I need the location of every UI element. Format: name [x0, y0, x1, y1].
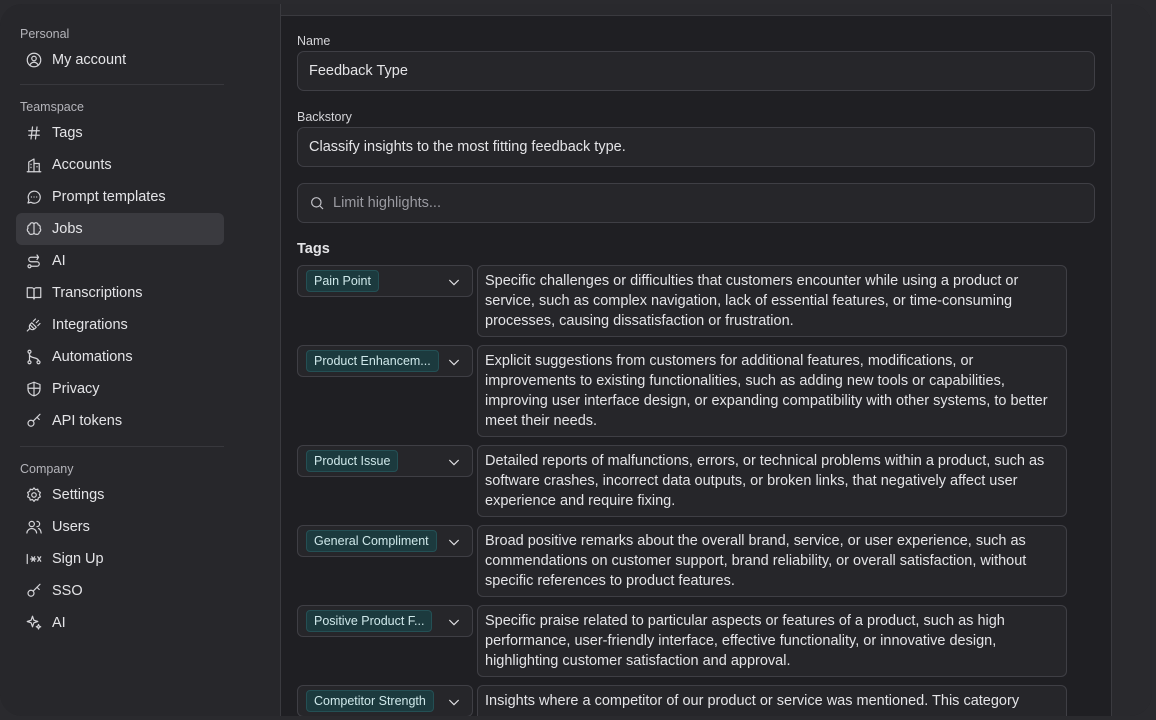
sidebar-item-sso[interactable]: SSO — [16, 575, 224, 607]
sidebar-item-label: Transcriptions — [52, 285, 143, 301]
sidebar-item-label: Integrations — [52, 317, 128, 333]
tag-description-input[interactable]: Broad positive remarks about the overall… — [477, 525, 1067, 597]
sidebar-item-prompt-templates[interactable]: Prompt templates — [16, 181, 224, 213]
sidebar-item-privacy[interactable]: Privacy — [16, 373, 224, 405]
sidebar-item-accounts[interactable]: Accounts — [16, 149, 224, 181]
sidebar-item-label: Prompt templates — [52, 189, 166, 205]
brain-icon — [24, 219, 44, 239]
route-icon — [24, 251, 44, 271]
job-editor-panel: Name Feedback Type Backstory Classify in… — [280, 4, 1112, 716]
sidebar-item-label: Automations — [52, 349, 133, 365]
sidebar-item-label: Tags — [52, 125, 83, 141]
tag-select[interactable]: Product Issue — [297, 445, 473, 477]
book-open-icon — [24, 283, 44, 303]
tag-select[interactable]: Positive Product F... — [297, 605, 473, 637]
chevron-down-icon[interactable] — [446, 614, 462, 630]
gear-icon — [24, 485, 44, 505]
user-circle-icon — [24, 50, 44, 70]
hash-icon — [24, 123, 44, 143]
chevron-down-icon[interactable] — [446, 354, 462, 370]
users-icon — [24, 517, 44, 537]
backstory-input[interactable]: Classify insights to the most fitting fe… — [297, 127, 1095, 167]
shield-icon — [24, 379, 44, 399]
chevron-down-icon[interactable] — [446, 694, 462, 710]
tag-chip: Pain Point — [306, 270, 379, 292]
sidebar-item-my-account[interactable]: My account — [16, 44, 224, 76]
section-label-teamspace: Teamspace — [20, 100, 84, 114]
sidebar-item-label: AI — [52, 615, 66, 631]
sidebar-item-jobs[interactable]: Jobs — [16, 213, 224, 245]
tag-chip: Positive Product F... — [306, 610, 433, 632]
plug-icon — [24, 315, 44, 335]
building-icon — [24, 155, 44, 175]
tag-select[interactable]: General Compliment — [297, 525, 473, 557]
chevron-down-icon[interactable] — [446, 274, 462, 290]
sidebar-item-settings[interactable]: Settings — [16, 479, 224, 511]
sparkles-icon — [24, 613, 44, 633]
tags-heading: Tags — [297, 241, 330, 257]
tag-select[interactable]: Competitor Strength — [297, 685, 473, 716]
sidebar-item-label: SSO — [52, 583, 83, 599]
tag-select[interactable]: Pain Point — [297, 265, 473, 297]
tag-chip: Product Issue — [306, 450, 399, 472]
key-icon — [24, 581, 44, 601]
right-gutter — [1112, 4, 1152, 716]
sidebar-item-label: Jobs — [52, 221, 83, 237]
search-placeholder: Limit highlights... — [333, 195, 441, 211]
sidebar-item-label: API tokens — [52, 413, 123, 429]
chevron-down-icon[interactable] — [446, 454, 462, 470]
search-icon — [311, 197, 324, 210]
tag-description-input[interactable]: Specific praise related to particular as… — [477, 605, 1067, 677]
section-label-personal: Personal — [20, 27, 70, 41]
backstory-label: Backstory — [297, 110, 352, 124]
sidebar-item-sign-up[interactable]: Sign Up — [16, 543, 224, 575]
sidebar-divider — [20, 446, 224, 447]
sidebar-item-automations[interactable]: Automations — [16, 341, 224, 373]
sidebar-item-integrations[interactable]: Integrations — [16, 309, 224, 341]
tag-chip: Product Enhancem... — [306, 350, 439, 372]
key-icon — [24, 411, 44, 431]
sidebar-item-api-tokens[interactable]: API tokens — [16, 405, 224, 437]
password-icon — [24, 549, 44, 569]
sidebar-item-label: Accounts — [52, 157, 112, 173]
tag-select[interactable]: Product Enhancem... — [297, 345, 473, 377]
tag-chip: General Compliment — [306, 530, 437, 552]
sidebar-item-label: My account — [52, 52, 127, 68]
panel-header-bar — [281, 4, 1111, 16]
sidebar-divider — [20, 84, 224, 85]
tag-chip: Competitor Strength — [306, 690, 434, 712]
tag-description-input[interactable]: Insights where a competitor of our produ… — [477, 685, 1067, 716]
name-label: Name — [297, 34, 331, 48]
git-branch-icon — [24, 347, 44, 367]
tag-description-input[interactable]: Detailed reports of malfunctions, errors… — [477, 445, 1067, 517]
sidebar-item-tags[interactable]: Tags — [16, 117, 224, 149]
section-label-company: Company — [20, 462, 74, 476]
sidebar: Personal My account Teamspace Tags Accoun… — [0, 4, 240, 716]
sidebar-item-label: Settings — [52, 487, 105, 503]
sidebar-item-label: Sign Up — [52, 551, 104, 567]
limit-highlights-search[interactable]: Limit highlights... — [297, 183, 1095, 223]
sidebar-item-ai[interactable]: AI — [16, 245, 224, 277]
sidebar-item-users[interactable]: Users — [16, 511, 224, 543]
message-dots-icon — [24, 187, 44, 207]
tag-description-input[interactable]: Specific challenges or difficulties that… — [477, 265, 1067, 337]
sidebar-item-ai[interactable]: AI — [16, 607, 224, 639]
sidebar-item-label: Users — [52, 519, 90, 535]
chevron-down-icon[interactable] — [446, 534, 462, 550]
name-input[interactable]: Feedback Type — [297, 51, 1095, 91]
sidebar-item-label: Privacy — [52, 381, 100, 397]
sidebar-item-label: AI — [52, 253, 66, 269]
tag-description-input[interactable]: Explicit suggestions from customers for … — [477, 345, 1067, 437]
app-window: Personal My account Teamspace Tags Accoun… — [0, 4, 1152, 716]
sidebar-item-transcriptions[interactable]: Transcriptions — [16, 277, 224, 309]
